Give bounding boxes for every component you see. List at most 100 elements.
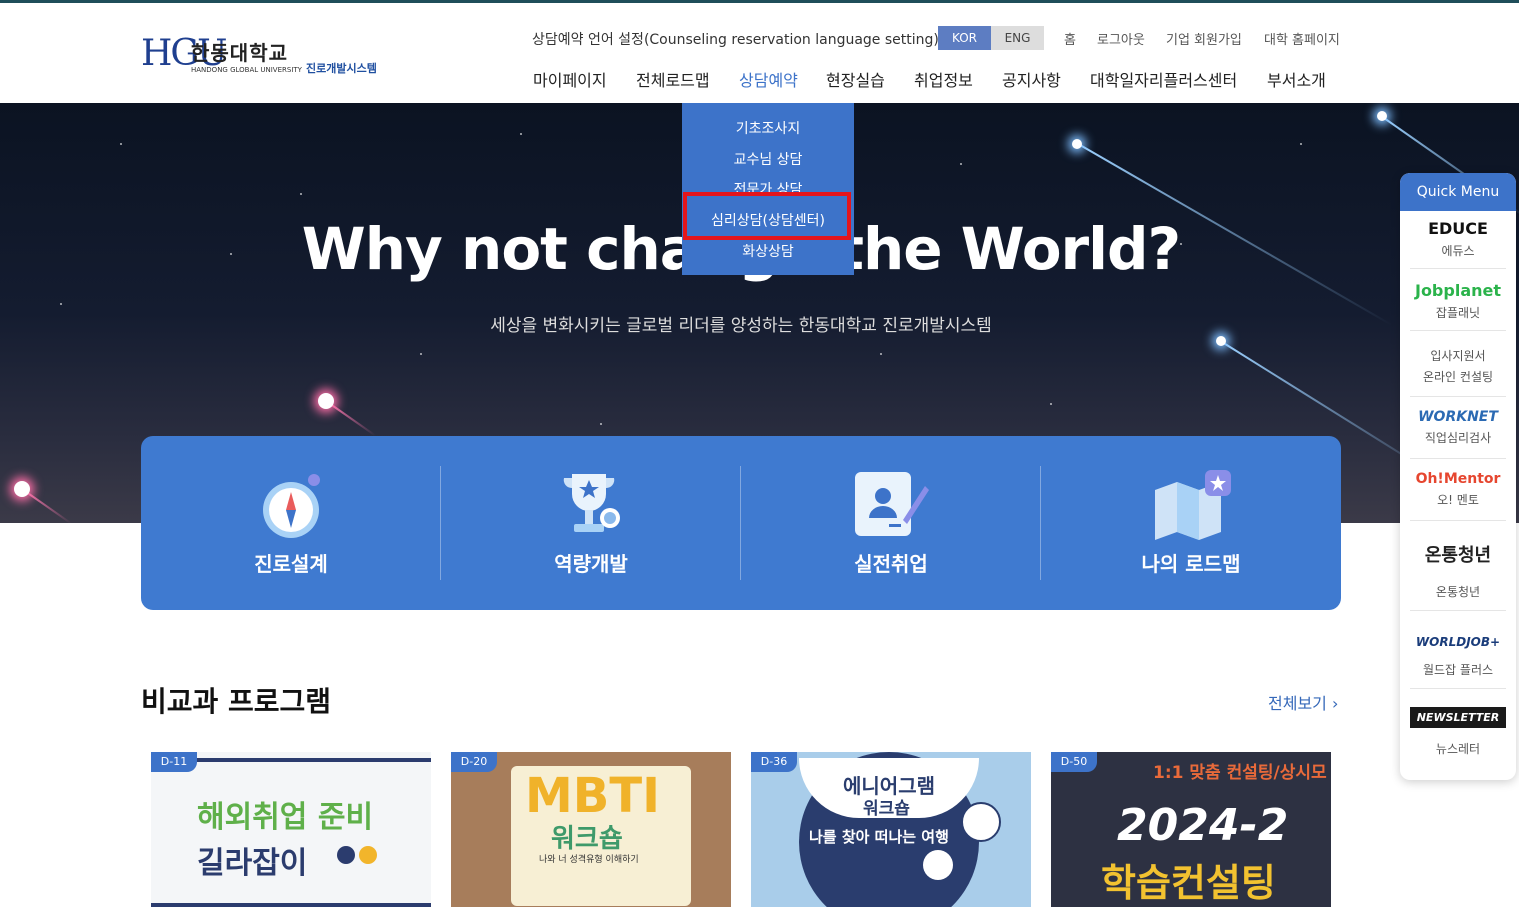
star <box>960 163 962 165</box>
view-all-label: 전체보기 <box>1268 694 1327 713</box>
home-link[interactable]: 홈 <box>1064 29 1076 48</box>
quick-item-worknet[interactable]: WORKNET 직업심리검사 <box>1410 409 1506 459</box>
compass-icon <box>263 474 320 538</box>
dropdown-item-video-counseling[interactable]: 화상상담 <box>682 241 854 261</box>
nav-job-plus-center[interactable]: 대학일자리플러스센터 <box>1090 67 1237 91</box>
card-subtitle: 길라잡이 <box>197 846 308 881</box>
star <box>1300 143 1302 145</box>
logo-name-ko: 한동대학교 <box>191 41 288 65</box>
card-title: MBTI <box>525 768 660 824</box>
chevron-right-icon: › <box>1331 694 1339 713</box>
quick-item-label: 에듀스 <box>1441 244 1475 258</box>
quick-item-jobplanet[interactable]: Jobplanet 잡플래닛 <box>1410 281 1506 331</box>
quick-item-label: 월드잡 플러스 <box>1422 663 1494 677</box>
ohmentor-logo: Oh!Mentor <box>1415 471 1501 487</box>
map-icon <box>1155 470 1231 540</box>
logout-link[interactable]: 로그아웃 <box>1097 29 1145 48</box>
meteor-head <box>318 393 334 409</box>
star <box>880 353 882 355</box>
program-card[interactable]: D-36 에니어그램 워크숍 나를 찾아 떠나는 여행 <box>751 752 1031 907</box>
nav-notice[interactable]: 공지사항 <box>1002 67 1061 91</box>
d-day-badge: D-50 <box>1051 752 1097 772</box>
meteor-head <box>1216 336 1226 346</box>
bubble-icon <box>961 802 1001 842</box>
badge-circle-icon <box>359 846 377 864</box>
card-caption: 나를 찾아 떠나는 여행 <box>809 828 949 846</box>
quick-menu: Quick Menu EDUCE 에듀스 Jobplanet 잡플래닛 입사지원… <box>1400 173 1516 780</box>
main-menu-panel: 진로설계 역량개발 실전취업 나의 로드맵 <box>141 436 1341 610</box>
card-title: 2024-2 <box>1117 800 1289 851</box>
hero-subtitle: 세상을 변화시키는 글로벌 리더를 양성하는 한동대학교 진로개발시스템 <box>490 316 992 336</box>
highlight-box <box>683 192 851 240</box>
main-menu-label: 역량개발 <box>554 552 628 576</box>
quick-menu-title: Quick Menu <box>1400 173 1516 211</box>
card-caption: 나와 너 성격유형 이해하기 <box>539 855 639 865</box>
card-subtitle: 워크숍 <box>863 799 910 819</box>
d-day-badge: D-20 <box>451 752 497 772</box>
bubble-icon <box>923 850 953 880</box>
quick-item-title: 입사지원서 <box>1430 349 1486 363</box>
trophy-icon <box>563 474 620 532</box>
meteor-head <box>14 481 30 497</box>
dropdown-item-basic-survey[interactable]: 기초조사지 <box>682 118 854 138</box>
quick-item-label: 뉴스레터 <box>1435 742 1481 756</box>
language-setting-label: 상담예약 언어 설정(Counseling reservation langua… <box>532 32 939 48</box>
card-caption: 1:1 맞춤 컨설팅/상시모 <box>1153 763 1327 783</box>
program-card[interactable]: D-50 1:1 맞춤 컨설팅/상시모 2024-2 학습컨설팅 <box>1051 752 1331 907</box>
d-day-badge: D-11 <box>151 752 197 772</box>
quick-item-label: 오! 멘토 <box>1437 493 1479 507</box>
meteor-trail <box>21 488 72 523</box>
quick-item-ontong[interactable]: 온통청년 온통청년 <box>1410 541 1506 611</box>
main-menu-practical-job[interactable]: 실전취업 <box>741 466 1041 580</box>
newsletter-logo: NEWSLETTER <box>1410 707 1506 728</box>
card-title: 해외취업 준비 <box>197 800 374 835</box>
nav-field-practice[interactable]: 현장실습 <box>826 67 885 91</box>
quick-item-worldjob[interactable]: WORLDJOB+ 월드잡 플러스 <box>1410 635 1506 689</box>
star <box>520 133 522 135</box>
card-subtitle: 워크숍 <box>551 824 623 854</box>
id-card-icon <box>855 472 929 536</box>
main-menu-my-roadmap[interactable]: 나의 로드맵 <box>1041 466 1341 580</box>
quick-item-newsletter[interactable]: NEWSLETTER 뉴스레터 <box>1410 707 1506 767</box>
view-all-link[interactable]: 전체보기 › <box>1268 690 1338 714</box>
worknet-logo: WORKNET <box>1418 409 1498 425</box>
nav-roadmap[interactable]: 전체로드맵 <box>636 67 710 91</box>
quick-item-educe[interactable]: EDUCE 에듀스 <box>1410 219 1506 269</box>
nav-job-info[interactable]: 취업정보 <box>914 67 973 91</box>
program-card[interactable]: D-11 해외취업 준비 길라잡이 <box>151 752 431 907</box>
star <box>300 193 302 195</box>
program-card[interactable]: D-20 MBTI 워크숍 나와 너 성격유형 이해하기 <box>451 752 731 907</box>
company-signup-link[interactable]: 기업 회원가입 <box>1166 29 1242 48</box>
star <box>120 143 122 145</box>
star <box>1050 403 1052 405</box>
educe-logo: EDUCE <box>1428 219 1488 238</box>
star <box>60 303 62 305</box>
lang-eng-button[interactable]: ENG <box>991 26 1044 50</box>
quick-item-label: 잡플래닛 <box>1435 306 1481 320</box>
dropdown-item-expert-counseling[interactable]: 전문가 상담 <box>682 179 854 193</box>
dropdown-item-professor-counseling[interactable]: 교수님 상담 <box>682 149 854 169</box>
nav-mypage[interactable]: 마이페이지 <box>533 67 607 91</box>
nav-counseling[interactable]: 상담예약 <box>739 67 798 91</box>
programs-section-title: 비교과 프로그램 <box>141 685 332 718</box>
university-homepage-link[interactable]: 대학 홈페이지 <box>1264 29 1340 48</box>
main-menu-label: 나의 로드맵 <box>1141 552 1241 576</box>
quick-item-label: 온통청년 <box>1435 585 1481 599</box>
main-menu-career-design[interactable]: 진로설계 <box>141 466 441 580</box>
university-logo[interactable]: HGU 한동대학교 HANDONG GLOBAL UNIVERSITY 진로개발… <box>141 31 401 81</box>
site-header: HGU 한동대학교 HANDONG GLOBAL UNIVERSITY 진로개발… <box>0 3 1519 103</box>
logo-name-en: HANDONG GLOBAL UNIVERSITY <box>191 66 302 74</box>
quick-item-label: 온라인 컨설팅 <box>1422 370 1494 384</box>
quick-item-ohmentor[interactable]: Oh!Mentor 오! 멘토 <box>1410 471 1506 521</box>
main-menu-competency[interactable]: 역량개발 <box>441 466 741 580</box>
counseling-dropdown-menu: 기초조사지 교수님 상담 전문가 상담 심리상담(상담센터) 화상상담 <box>682 103 854 275</box>
meteor-head <box>1377 111 1387 121</box>
main-menu-label: 진로설계 <box>254 552 328 576</box>
d-day-badge: D-36 <box>751 752 797 772</box>
meteor-head <box>1072 139 1082 149</box>
lang-kor-button[interactable]: KOR <box>938 26 991 50</box>
meteor-trail <box>325 400 376 437</box>
quick-item-resume-consulting[interactable]: 입사지원서 온라인 컨설팅 <box>1410 347 1506 397</box>
nav-department[interactable]: 부서소개 <box>1267 67 1326 91</box>
worldjob-logo: WORLDJOB+ <box>1415 635 1501 649</box>
